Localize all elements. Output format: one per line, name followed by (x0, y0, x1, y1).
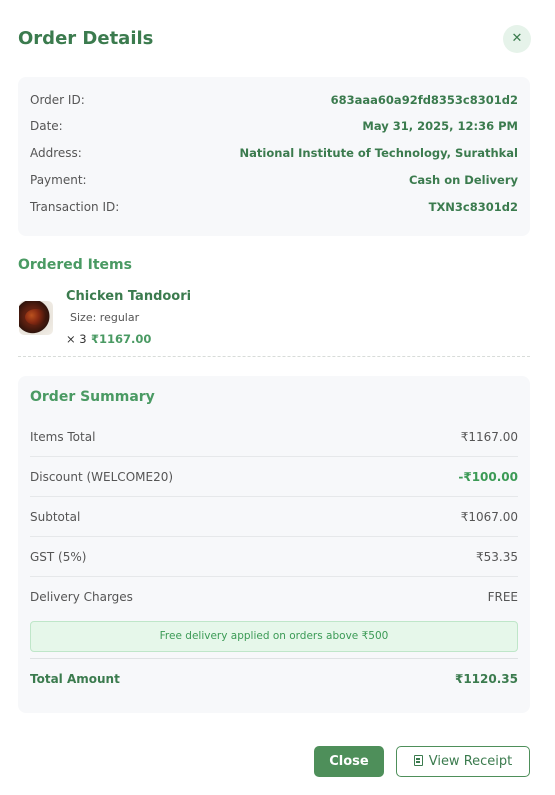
items-total-label: Items Total (30, 430, 96, 444)
order-summary-title: Order Summary (30, 389, 155, 405)
close-icon[interactable]: ✕ (503, 25, 531, 53)
transaction-row: Transaction ID: TXN3c8301d2 (30, 197, 518, 217)
modal-header: Order Details ✕ (18, 25, 531, 54)
receipt-icon (413, 755, 423, 766)
total-value: ₹1120.35 (454, 672, 518, 686)
payment-row: Payment: Cash on Delivery (30, 170, 518, 190)
order-id-row: Order ID: 683aaa60a92fd8353c8301d2 (30, 90, 518, 110)
item-name: Chicken Tandoori (66, 289, 192, 304)
item-size: Size: regular (70, 311, 140, 324)
subtotal-label: Subtotal (30, 510, 81, 524)
view-receipt-label: View Receipt (428, 754, 513, 769)
gst-label: GST (5%) (30, 550, 87, 564)
items-total-value: ₹1167.00 (460, 430, 518, 444)
order-id-value: 683aaa60a92fd8353c8301d2 (330, 93, 518, 107)
transaction-value: TXN3c8301d2 (428, 200, 518, 214)
order-date-row: Date: May 31, 2025, 12:36 PM (30, 116, 518, 136)
address-row: Address: National Institute of Technolog… (30, 143, 518, 163)
address-value: National Institute of Technology, Surath… (239, 146, 518, 160)
page-title: Order Details (18, 28, 154, 49)
discount-row: Discount (WELCOME20) -₹100.00 (30, 457, 518, 497)
total-row: Total Amount ₹1120.35 (30, 658, 518, 698)
order-date-value: May 31, 2025, 12:36 PM (362, 119, 518, 133)
subtotal-value: ₹1067.00 (460, 510, 518, 524)
order-date-label: Date: (30, 119, 63, 133)
item-price: ₹1167.00 (91, 332, 152, 346)
free-delivery-note: Free delivery applied on orders above ₹5… (30, 621, 518, 652)
discount-label: Discount (WELCOME20) (30, 470, 174, 484)
order-id-label: Order ID: (30, 93, 85, 107)
order-info-card: Order ID: 683aaa60a92fd8353c8301d2 Date:… (18, 77, 530, 236)
food-thumbnail-image (19, 301, 53, 335)
address-label: Address: (30, 146, 82, 160)
subtotal-row: Subtotal ₹1067.00 (30, 497, 518, 537)
discount-value: -₹100.00 (458, 470, 518, 484)
payment-label: Payment: (30, 173, 87, 187)
close-button[interactable]: Close (314, 746, 384, 777)
gst-row: GST (5%) ₹53.35 (30, 537, 518, 577)
item-quantity: × 3 (66, 332, 87, 346)
ordered-items-title: Ordered Items (18, 257, 132, 273)
gst-value: ₹53.35 (476, 550, 518, 564)
delivery-label: Delivery Charges (30, 590, 133, 604)
items-total-row: Items Total ₹1167.00 (30, 417, 518, 457)
payment-value: Cash on Delivery (408, 173, 518, 187)
delivery-row: Delivery Charges FREE (30, 577, 518, 617)
view-receipt-button[interactable]: View Receipt (396, 746, 530, 777)
order-summary-card: Order Summary Items Total ₹1167.00 Disco… (18, 376, 530, 713)
total-label: Total Amount (30, 672, 120, 686)
transaction-label: Transaction ID: (30, 200, 120, 214)
delivery-value: FREE (487, 590, 518, 604)
list-item: Chicken Tandoori Size: regular × 3 ₹1167… (18, 287, 530, 357)
